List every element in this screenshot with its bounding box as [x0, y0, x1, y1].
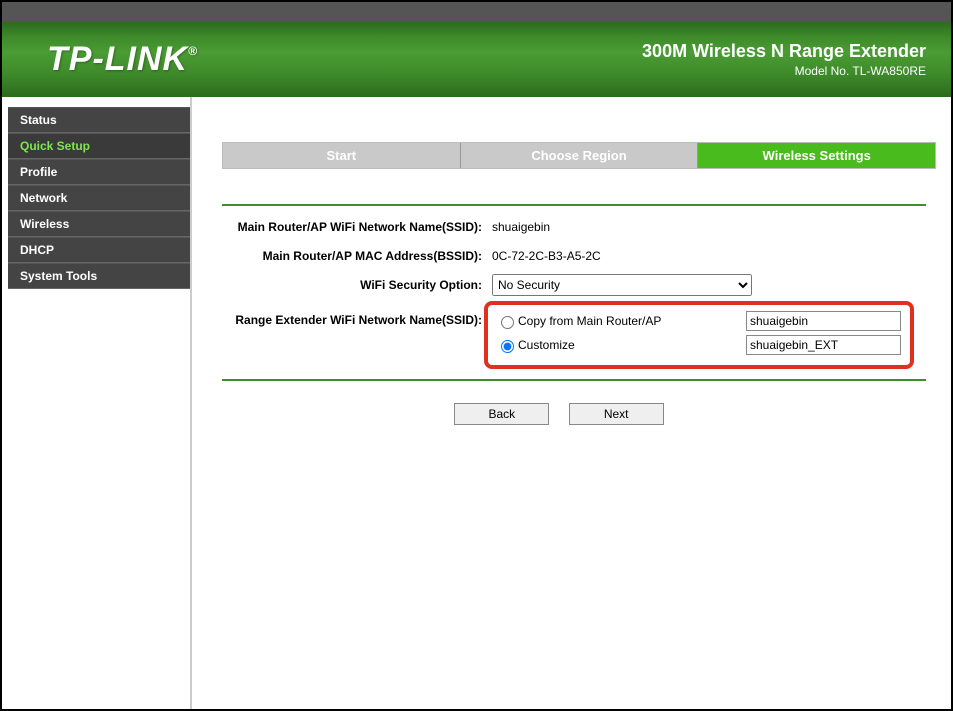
- step-wireless-settings[interactable]: Wireless Settings: [698, 143, 935, 168]
- step-choose-region[interactable]: Choose Region: [461, 143, 699, 168]
- radio-copy[interactable]: [501, 316, 514, 329]
- brand-logo: TP-LINK®: [47, 40, 198, 79]
- nav-system-tools[interactable]: System Tools: [8, 263, 190, 289]
- nav-status[interactable]: Status: [8, 107, 190, 133]
- label-extender-ssid: Range Extender WiFi Network Name(SSID):: [222, 303, 492, 327]
- section-divider: [222, 204, 926, 206]
- model-number: Model No. TL-WA850RE: [642, 64, 926, 78]
- radio-copy-label[interactable]: Copy from Main Router/AP: [496, 313, 746, 329]
- radio-customize-label[interactable]: Customize: [496, 337, 746, 353]
- label-bssid: Main Router/AP MAC Address(BSSID):: [222, 249, 492, 263]
- select-security-option[interactable]: No Security: [492, 274, 752, 296]
- main-content: Start Choose Region Wireless Settings Ma…: [192, 97, 951, 709]
- label-security: WiFi Security Option:: [222, 278, 492, 292]
- sidebar: Status Quick Setup Profile Network Wirel…: [2, 97, 192, 709]
- input-custom-ssid[interactable]: [746, 335, 901, 355]
- nav-dhcp[interactable]: DHCP: [8, 237, 190, 263]
- nav-profile[interactable]: Profile: [8, 159, 190, 185]
- section-divider-bottom: [222, 379, 926, 381]
- back-button[interactable]: Back: [454, 403, 549, 425]
- ssid-mode-highlight: Copy from Main Router/AP Customize: [484, 301, 914, 369]
- header: TP-LINK® 300M Wireless N Range Extender …: [2, 2, 951, 97]
- value-bssid: 0C-72-2C-B3-A5-2C: [492, 249, 601, 263]
- nav-quick-setup[interactable]: Quick Setup: [8, 133, 190, 159]
- step-start[interactable]: Start: [223, 143, 461, 168]
- button-row: Back Next: [222, 403, 896, 425]
- next-button[interactable]: Next: [569, 403, 664, 425]
- nav-network[interactable]: Network: [8, 185, 190, 211]
- radio-customize[interactable]: [501, 340, 514, 353]
- wizard-steps: Start Choose Region Wireless Settings: [222, 142, 936, 169]
- nav-wireless[interactable]: Wireless: [8, 211, 190, 237]
- product-title: 300M Wireless N Range Extender: [642, 41, 926, 62]
- header-right: 300M Wireless N Range Extender Model No.…: [642, 41, 926, 78]
- label-main-ssid: Main Router/AP WiFi Network Name(SSID):: [222, 220, 492, 234]
- input-copy-ssid[interactable]: [746, 311, 901, 331]
- value-main-ssid: shuaigebin: [492, 220, 550, 234]
